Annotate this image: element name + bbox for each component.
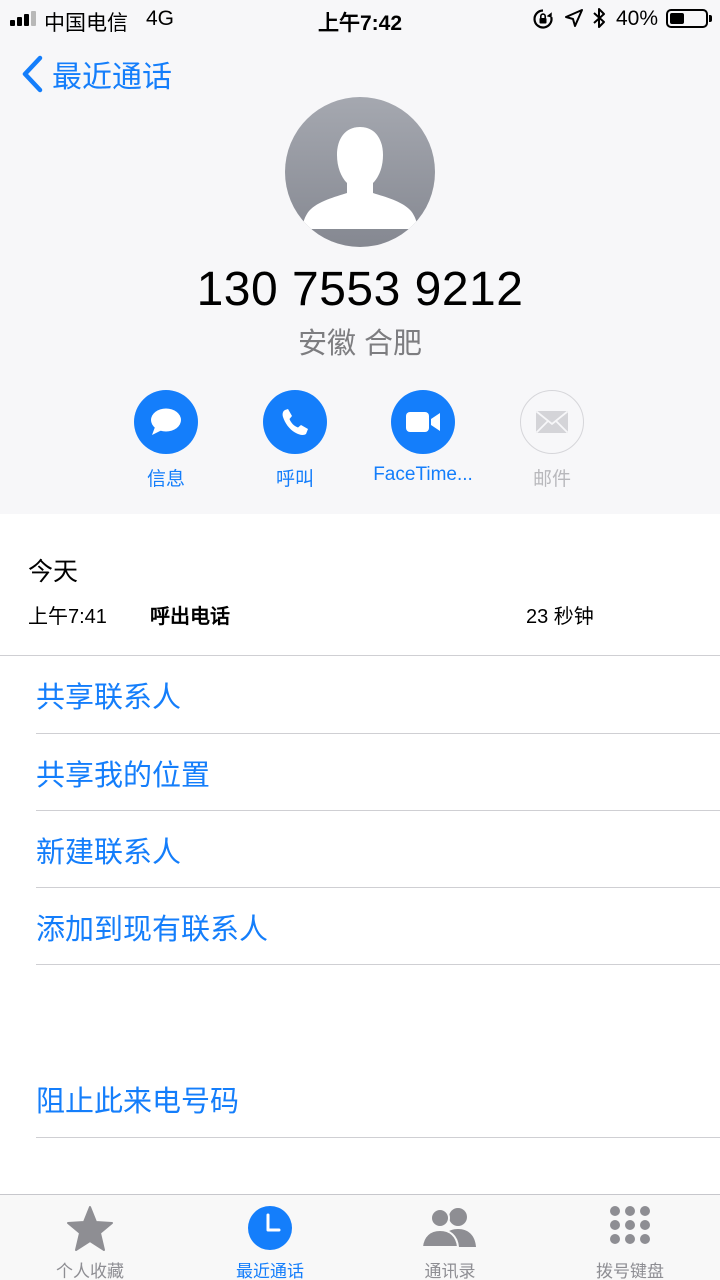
message-button-label: 信息 (146, 469, 185, 490)
message-button[interactable]: 信息 (101, 390, 231, 491)
battery-icon (666, 9, 712, 28)
list-divider (36, 1137, 720, 1138)
tab-favorites-label: 个人收藏 (56, 1262, 124, 1280)
battery-level-fill (670, 13, 684, 24)
phone-icon (282, 409, 308, 435)
video-camera-icon (406, 412, 440, 432)
new-contact-button[interactable]: 新建联系人 (36, 811, 720, 888)
mail-button-label: 邮件 (532, 469, 571, 490)
tab-contacts[interactable]: 通讯录 (360, 1195, 540, 1280)
tab-contacts-label: 通讯录 (424, 1262, 476, 1280)
message-icon (151, 408, 181, 435)
person-silhouette-icon (302, 127, 418, 229)
tab-recents[interactable]: 最近通话 (180, 1195, 360, 1280)
location-arrow-icon (565, 9, 583, 27)
facetime-button-label: FaceTime... (373, 464, 473, 485)
facetime-button[interactable]: FaceTime... (358, 390, 488, 486)
share-location-button[interactable]: 共享我的位置 (36, 734, 720, 811)
back-button[interactable]: 最近通话 (20, 52, 172, 96)
share-contact-button[interactable]: 共享联系人 (36, 656, 720, 733)
call-type: 呼出电话 (150, 606, 230, 628)
tab-bar: 个人收藏 最近通话 通讯录 拨号键盘 (0, 1194, 720, 1280)
status-time: 上午7:42 (317, 12, 403, 35)
call-button[interactable]: 呼叫 (230, 390, 360, 491)
chevron-left-icon (22, 55, 43, 93)
call-time: 上午7:41 (28, 606, 107, 628)
history-day-label: 今天 (28, 558, 79, 586)
list-divider (36, 964, 720, 965)
call-history-row: 上午7:41 呼出电话 23 秒钟 (28, 600, 692, 628)
tab-favorites[interactable]: 个人收藏 (0, 1195, 180, 1280)
back-button-label: 最近通话 (52, 61, 172, 94)
status-bar: 中国电信 4G 上午7:42 40% (0, 0, 720, 38)
avatar (285, 97, 435, 247)
mail-button: 邮件 (487, 390, 617, 491)
call-duration: 23 秒钟 (526, 606, 594, 628)
caller-location: 安徽 合肥 (297, 328, 423, 360)
tab-keypad[interactable]: 拨号键盘 (540, 1195, 720, 1280)
add-to-existing-contact-button[interactable]: 添加到现有联系人 (36, 888, 720, 965)
star-icon (67, 1206, 113, 1251)
mail-icon (535, 410, 569, 434)
contacts-icon (420, 1208, 476, 1248)
block-caller-button[interactable]: 阻止此来电号码 (36, 1060, 720, 1137)
rotation-lock-icon (533, 9, 553, 29)
bluetooth-icon (593, 8, 605, 28)
battery-percent: 40% (616, 7, 659, 30)
tab-keypad-label: 拨号键盘 (596, 1262, 664, 1280)
keypad-icon (610, 1206, 650, 1244)
clock-icon (248, 1206, 292, 1250)
tab-recents-label: 最近通话 (236, 1262, 304, 1280)
phone-number: 130 7553 9212 (196, 263, 524, 316)
call-button-label: 呼叫 (275, 469, 314, 490)
